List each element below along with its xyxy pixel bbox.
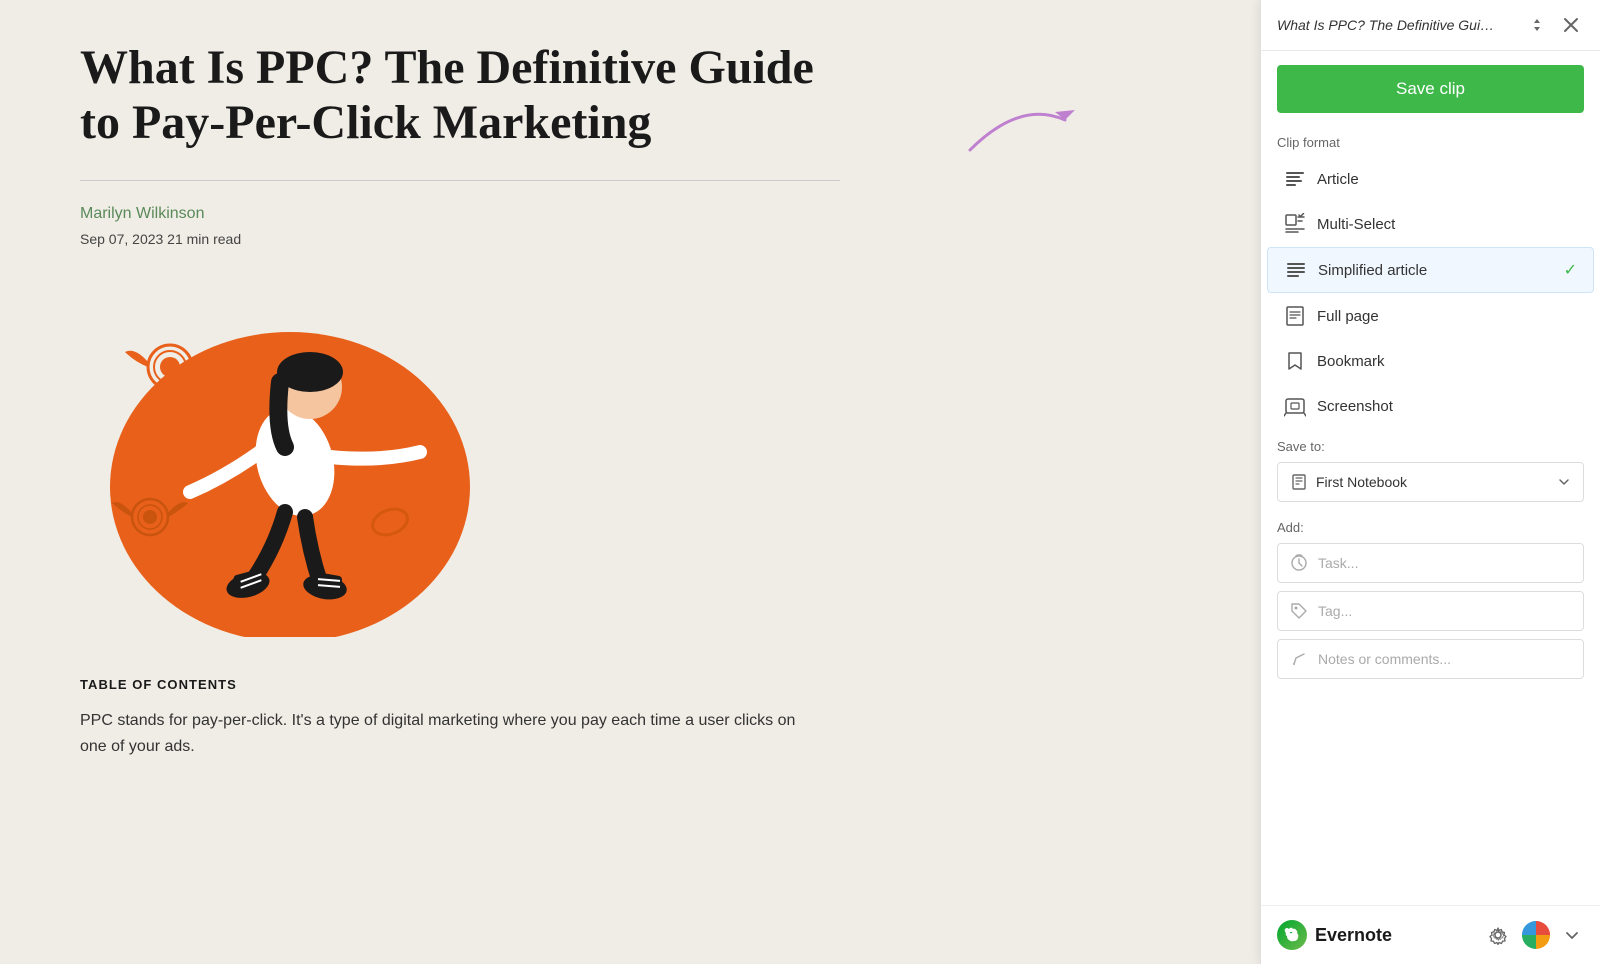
selected-check-icon: ✓ [1564,260,1577,280]
save-to-section: Save to: First Notebook [1261,429,1600,508]
sort-button[interactable] [1524,14,1550,36]
chevron-down-icon [1557,475,1571,489]
settings-gear-icon [1488,925,1508,945]
close-icon [1562,16,1580,34]
full-page-icon [1283,304,1307,328]
expand-button[interactable] [1560,923,1584,947]
task-input[interactable]: Task... [1277,543,1584,583]
evernote-brand-name: Evernote [1315,925,1392,946]
notebook-icon [1290,473,1308,491]
format-item-full-page[interactable]: Full page [1267,294,1594,338]
article-title: What Is PPC? The Definitive Guide to Pay… [80,40,840,150]
save-clip-button[interactable]: Save clip [1277,65,1584,113]
format-item-screenshot[interactable]: Screenshot [1267,384,1594,428]
close-button[interactable] [1558,14,1584,36]
chevron-down-footer-icon [1564,927,1580,943]
evernote-elephant-icon [1277,920,1307,950]
panel-title: What Is PPC? The Definitive Gui… [1277,17,1494,33]
article-meta: Sep 07, 2023 21 min read [80,231,960,247]
screenshot-icon [1283,394,1307,418]
clipper-panel: What Is PPC? The Definitive Gui… Save cl… [1260,0,1600,964]
settings-button[interactable] [1484,921,1512,949]
format-label-full-page: Full page [1317,308,1379,325]
format-list: Article Multi-Select [1261,156,1600,429]
tag-icon [1290,602,1308,620]
task-icon [1290,554,1308,572]
notes-placeholder: Notes or comments... [1318,651,1451,667]
notebook-name: First Notebook [1316,474,1407,490]
bookmark-icon [1283,349,1307,373]
format-label-bookmark: Bookmark [1317,353,1385,370]
sort-icon [1528,16,1546,34]
article-divider [80,180,840,181]
save-to-label: Save to: [1277,439,1584,454]
panel-header-icons [1524,14,1584,36]
format-label-simplified-article: Simplified article [1318,262,1427,279]
article-body: PPC stands for pay-per-click. It's a typ… [80,708,800,759]
notebook-selector-left: First Notebook [1290,473,1407,491]
article-icon [1283,167,1307,191]
account-avatar[interactable] [1522,921,1550,949]
footer-icons [1484,921,1584,949]
format-item-article[interactable]: Article [1267,157,1594,201]
format-item-multi-select[interactable]: Multi-Select [1267,202,1594,246]
add-section: Add: Task... Tag... [1261,508,1600,693]
tag-input[interactable]: Tag... [1277,591,1584,631]
notebook-selector[interactable]: First Notebook [1277,462,1584,502]
article-author: Marilyn Wilkinson [80,205,960,223]
format-label-article: Article [1317,171,1359,188]
account-icon-svg [1522,921,1550,949]
task-placeholder: Task... [1318,555,1358,571]
notes-icon [1290,650,1308,668]
evernote-logo: Evernote [1277,920,1392,950]
multi-select-icon [1283,212,1307,236]
article-toc-heading: TABLE OF CONTENTS [80,677,960,692]
article-area: What Is PPC? The Definitive Guide to Pay… [0,0,1040,964]
add-label: Add: [1277,520,1584,535]
clip-format-label: Clip format [1261,127,1600,156]
article-illustration [80,277,520,637]
simplified-article-icon [1284,258,1308,282]
format-item-bookmark[interactable]: Bookmark [1267,339,1594,383]
format-label-multi-select: Multi-Select [1317,216,1395,233]
format-label-screenshot: Screenshot [1317,398,1393,415]
notes-input[interactable]: Notes or comments... [1277,639,1584,679]
panel-footer: Evernote [1261,905,1600,964]
tag-placeholder: Tag... [1318,603,1352,619]
format-item-simplified-article[interactable]: Simplified article ✓ [1267,247,1594,293]
panel-header: What Is PPC? The Definitive Gui… [1261,0,1600,51]
